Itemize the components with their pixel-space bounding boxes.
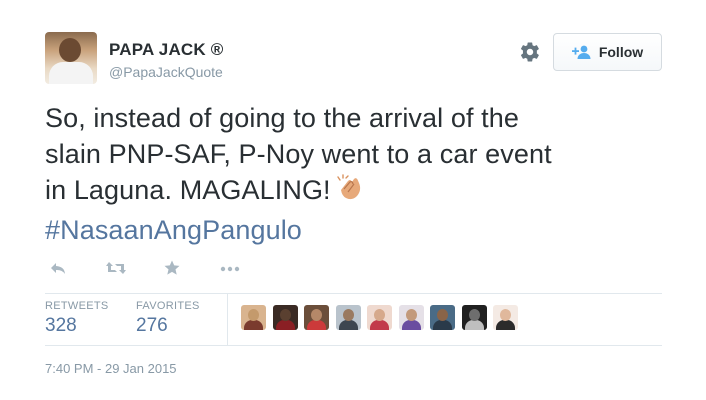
retweets-label: RETWEETS [45,300,109,312]
retweet-icon[interactable] [105,259,127,282]
add-user-icon [571,45,592,59]
favorites-count[interactable]: 276 [136,315,168,337]
user-display-name[interactable]: PAPA JACK ® [109,40,224,60]
hashtag-link[interactable]: #NasaanAngPangulo [45,212,655,248]
favoriter-avatar[interactable] [430,305,455,330]
tweet-timestamp[interactable]: 7:40 PM - 29 Jan 2015 [45,361,177,376]
user-avatar[interactable] [45,32,97,84]
divider [45,345,662,346]
favorites-label: FAVORITES [136,300,200,312]
tweet-line: in Laguna. MAGALING! [45,172,655,212]
favoriter-avatar[interactable] [241,305,266,330]
tweet-header: PAPA JACK ® @PapaJackQuote Follow [45,31,685,86]
favoriter-avatar[interactable] [461,305,487,330]
favoriter-avatar[interactable] [304,305,329,330]
tweet-line: So, instead of going to the arrival of t… [45,103,519,133]
tweet-line: slain PNP-SAF, P-Noy went to a car event [45,139,552,169]
favoriter-avatar[interactable] [367,305,392,330]
follow-label: Follow [598,44,644,60]
clapping-hands-icon [335,173,365,212]
favoriter-avatar[interactable] [335,305,361,330]
tweet-stats: RETWEETS 328 FAVORITES 276 [45,293,662,345]
favoriter-avatar[interactable] [493,305,518,330]
tweet-text: So, instead of going to the arrival of t… [45,100,655,248]
stats-divider [227,293,228,345]
favorite-icon[interactable] [163,259,181,282]
follow-button[interactable]: Follow [553,33,662,71]
favoriter-avatar[interactable] [272,305,298,330]
retweets-count[interactable]: 328 [45,315,77,337]
gear-icon[interactable] [519,41,541,63]
more-icon[interactable] [219,262,241,280]
favoriter-avatar[interactable] [398,305,424,330]
reply-icon[interactable] [49,259,67,282]
user-handle[interactable]: @PapaJackQuote [109,64,223,80]
tweet-actions [45,259,305,283]
